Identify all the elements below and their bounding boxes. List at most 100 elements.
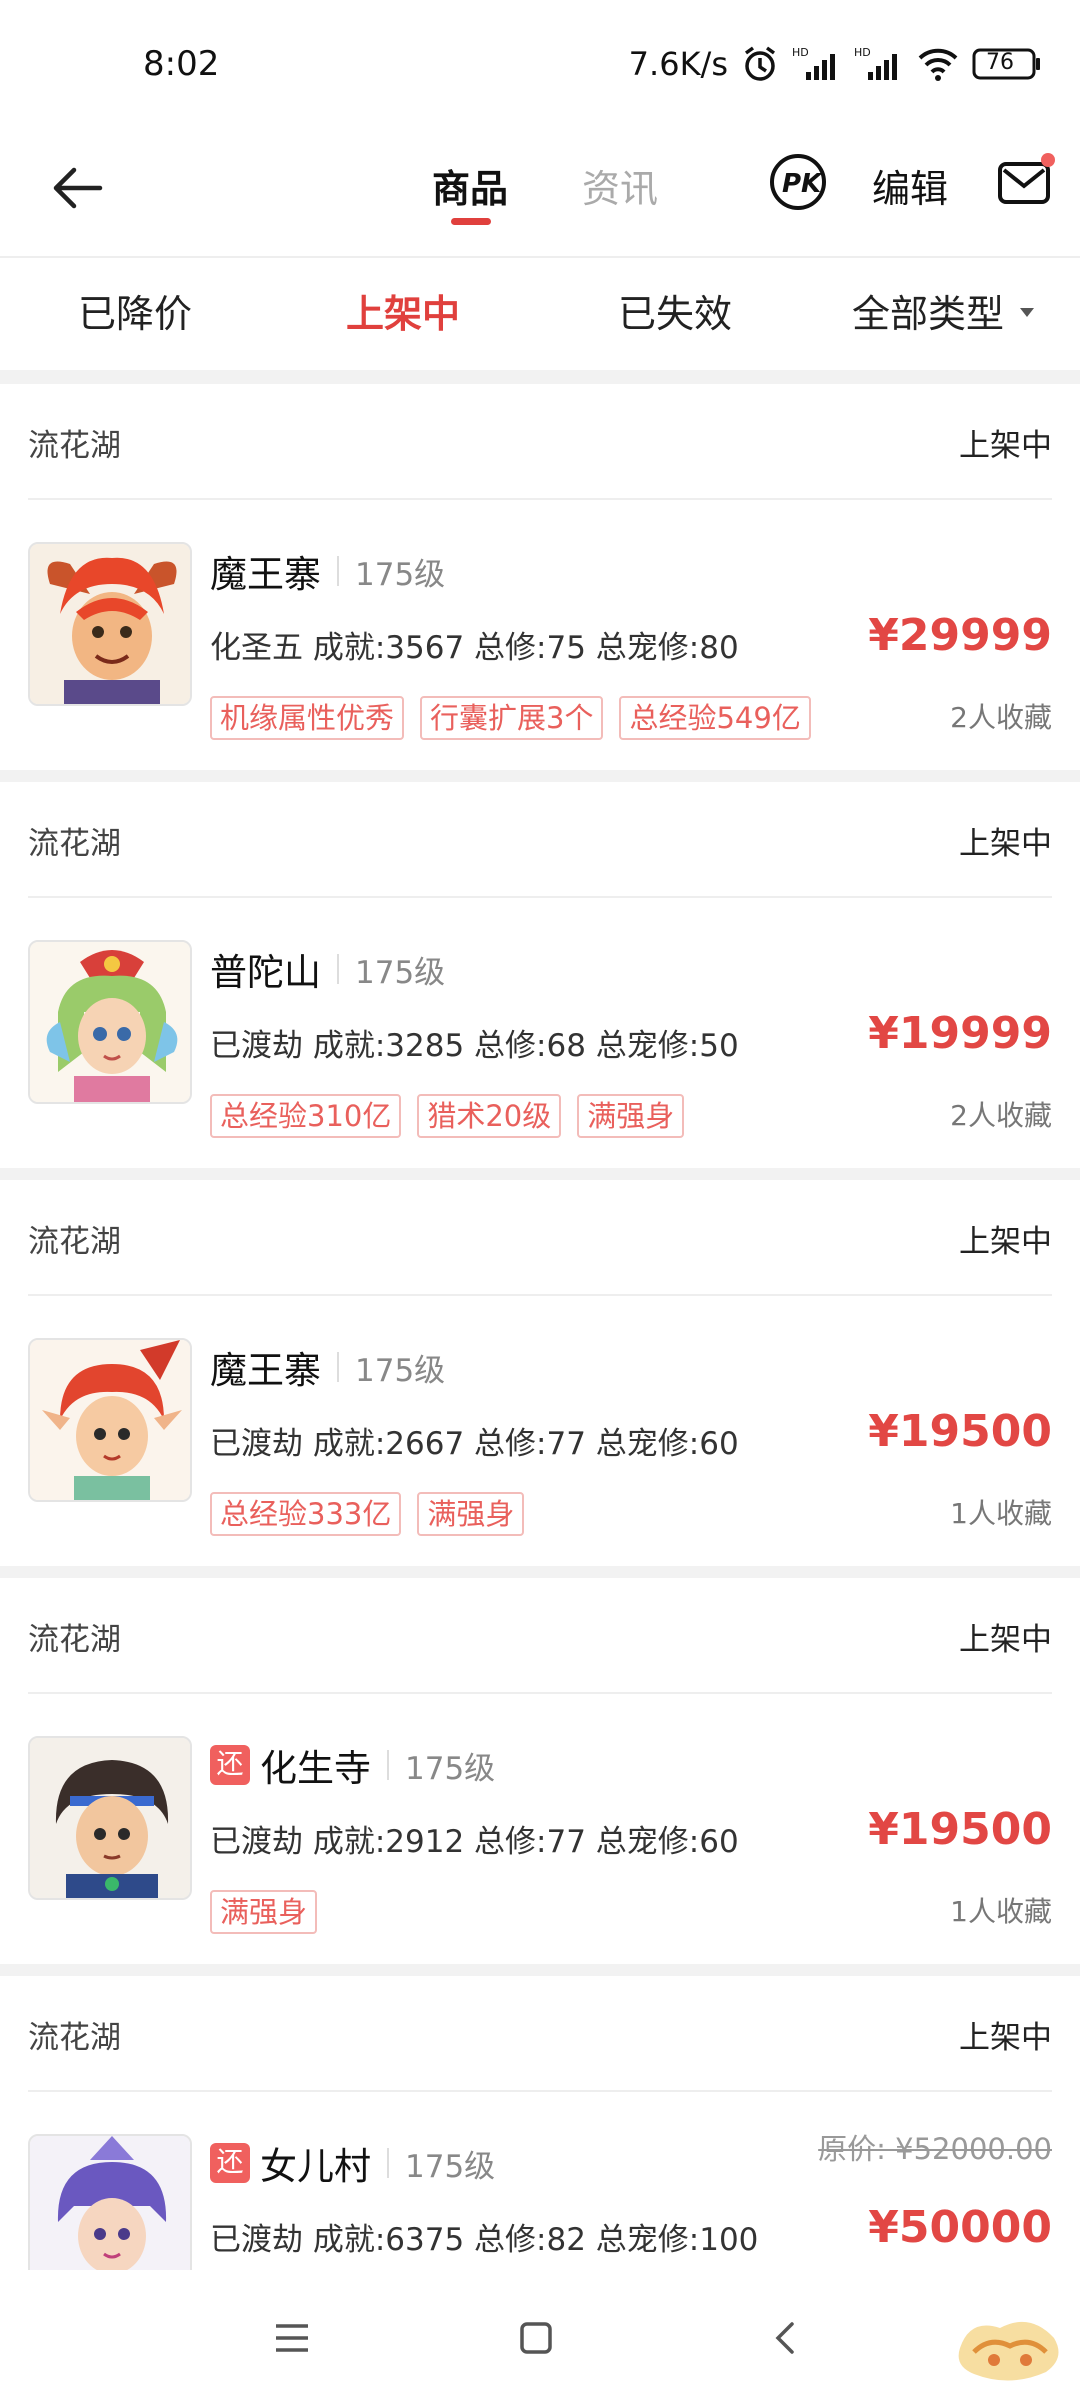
- favorite-count: 1人收藏: [950, 1895, 1052, 1928]
- svg-text:HD: HD: [854, 46, 871, 59]
- card-header: 流花湖 上架中: [28, 1180, 1052, 1296]
- character-stats: 已渡劫 成就:3285 总修:68 总宠修:50: [210, 1028, 739, 1064]
- feature-tag: 猎术20级: [417, 1094, 562, 1138]
- active-tab-indicator: [451, 218, 491, 225]
- price: ¥19500: [868, 1406, 1052, 1457]
- svg-text:HD: HD: [792, 46, 809, 59]
- pk-button[interactable]: PK: [768, 152, 828, 212]
- divider: [337, 954, 339, 984]
- card-header: 流花湖 上架中: [28, 782, 1052, 898]
- price: ¥19999: [868, 1008, 1052, 1059]
- tab-news[interactable]: 资讯: [582, 154, 658, 224]
- home-button[interactable]: [506, 2308, 566, 2368]
- character-avatar: [28, 1736, 192, 1900]
- message-button[interactable]: [996, 152, 1056, 212]
- character-level: 175级: [405, 2148, 496, 2185]
- divider: [337, 1352, 339, 1382]
- returned-badge: 还: [210, 1745, 250, 1785]
- mail-icon: [998, 153, 1055, 204]
- divider: [387, 2148, 389, 2178]
- feature-tag: 满强身: [210, 1890, 318, 1934]
- feature-tag: 满强身: [577, 1094, 685, 1138]
- favorite-count: 1人收藏: [950, 1497, 1052, 1530]
- battery-icon: 76: [972, 46, 1042, 82]
- school-name: 女儿村: [260, 2145, 371, 2188]
- listing-card[interactable]: 流花湖 上架中 魔王寨 175级 已渡劫 成就:2667 总修:77 总宠修:6…: [0, 1180, 1080, 1566]
- returned-badge: 还: [210, 2143, 250, 2183]
- system-back-button[interactable]: [756, 2308, 816, 2368]
- favorite-count: 2人收藏: [950, 1099, 1052, 1132]
- school-name: 化生寺: [260, 1747, 371, 1790]
- server-name: 流花湖: [28, 2020, 121, 2056]
- character-avatar: [28, 940, 192, 1104]
- status-time: 8:02: [143, 44, 220, 84]
- card-header: 流花湖 上架中: [28, 384, 1052, 500]
- feature-tag: 机缘属性优秀: [210, 696, 405, 740]
- menu-icon: [276, 2324, 308, 2352]
- character-stats: 已渡劫 成就:6375 总修:82 总宠修:100: [210, 2222, 759, 2258]
- signal-hd-icon: HD: [854, 44, 904, 84]
- listing-status: 上架中: [959, 1622, 1052, 1658]
- filter-on-sale[interactable]: 上架中: [346, 258, 460, 370]
- filter-all-types[interactable]: 全部类型: [852, 258, 1035, 370]
- svg-text:PK: PK: [782, 169, 823, 199]
- character-level: 175级: [355, 1352, 446, 1389]
- feature-tag: 满强身: [417, 1492, 525, 1536]
- recent-apps-button[interactable]: [262, 2308, 322, 2368]
- tag-list: 满强身: [210, 1890, 318, 1934]
- signal-hd-icon: HD: [792, 44, 842, 84]
- character-level: 175级: [405, 1750, 496, 1787]
- chevron-left-icon: [775, 2322, 794, 2354]
- title-row: 魔王寨 175级: [210, 1342, 445, 1392]
- school-name: 普陀山: [210, 951, 321, 994]
- card-header: 流花湖 上架中: [28, 1578, 1052, 1694]
- tab-goods[interactable]: 商品: [432, 154, 508, 224]
- listing-status: 上架中: [959, 826, 1052, 862]
- character-avatar: [28, 1338, 192, 1502]
- caret-down-icon: [1020, 308, 1035, 317]
- listing-card[interactable]: 流花湖 上架中 魔王寨 175级 化圣五 成就:3567 总修:75 总宠修:8…: [0, 384, 1080, 770]
- back-button[interactable]: [40, 150, 116, 226]
- character-stats: 已渡劫 成就:2667 总修:77 总宠修:60: [210, 1426, 739, 1462]
- price: ¥29999: [868, 610, 1052, 661]
- server-name: 流花湖: [28, 826, 121, 862]
- server-name: 流花湖: [28, 428, 121, 464]
- original-price: 原价: ¥52000.00: [818, 2132, 1052, 2166]
- status-icons: 7.6K/s HD HD 76: [629, 42, 1042, 86]
- listing-status: 上架中: [959, 1224, 1052, 1260]
- filter-all-types-label: 全部类型: [852, 292, 1005, 336]
- school-name: 魔王寨: [210, 1349, 321, 1392]
- listing-card[interactable]: 流花湖 上架中 还 女儿村 175级 原价: ¥52000.00 已渡劫 成就:…: [0, 1976, 1080, 2270]
- server-name: 流花湖: [28, 1224, 121, 1260]
- character-avatar: [28, 2134, 192, 2270]
- alarm-icon: [740, 44, 780, 84]
- favorite-count: 2人收藏: [950, 701, 1052, 734]
- status-bar: 8:02 7.6K/s HD HD 76: [0, 0, 1080, 130]
- character-level: 175级: [355, 556, 446, 593]
- title-row: 还 女儿村 175级: [210, 2138, 495, 2188]
- character-level: 175级: [355, 954, 446, 991]
- filter-expired[interactable]: 已失效: [618, 258, 732, 370]
- system-nav-bar: [0, 2270, 1080, 2400]
- filter-price-reduced[interactable]: 已降价: [78, 258, 192, 370]
- tag-list: 总经验333亿 满强身: [210, 1492, 525, 1536]
- divider: [387, 1750, 389, 1780]
- network-speed: 7.6K/s: [628, 45, 728, 83]
- edit-button[interactable]: 编辑: [872, 154, 948, 224]
- character-stats: 化圣五 成就:3567 总修:75 总宠修:80: [210, 630, 739, 666]
- school-name: 魔王寨: [210, 553, 321, 596]
- listing-list[interactable]: 流花湖 上架中 魔王寨 175级 化圣五 成就:3567 总修:75 总宠修:8…: [0, 370, 1080, 2270]
- title-row: 魔王寨 175级: [210, 546, 445, 596]
- arrow-left-icon: [53, 167, 103, 209]
- listing-card[interactable]: 流花湖 上架中 普陀山 175级 已渡劫 成就:3285 总修:68 总宠修:5…: [0, 782, 1080, 1168]
- feature-tag: 总经验549亿: [619, 696, 811, 740]
- title-row: 还 化生寺 175级: [210, 1740, 495, 1790]
- pk-icon: PK: [770, 154, 826, 210]
- price: ¥50000: [868, 2202, 1052, 2253]
- listing-card[interactable]: 流花湖 上架中 还 化生寺 175级 已渡劫 成就:2912 总修:77 总宠修…: [0, 1578, 1080, 1964]
- price: ¥19500: [868, 1804, 1052, 1855]
- tag-list: 总经验310亿 猎术20级 满强身: [210, 1094, 685, 1138]
- listing-status: 上架中: [959, 428, 1052, 464]
- feature-tag: 总经验310亿: [210, 1094, 402, 1138]
- feature-tag: 总经验333亿: [210, 1492, 402, 1536]
